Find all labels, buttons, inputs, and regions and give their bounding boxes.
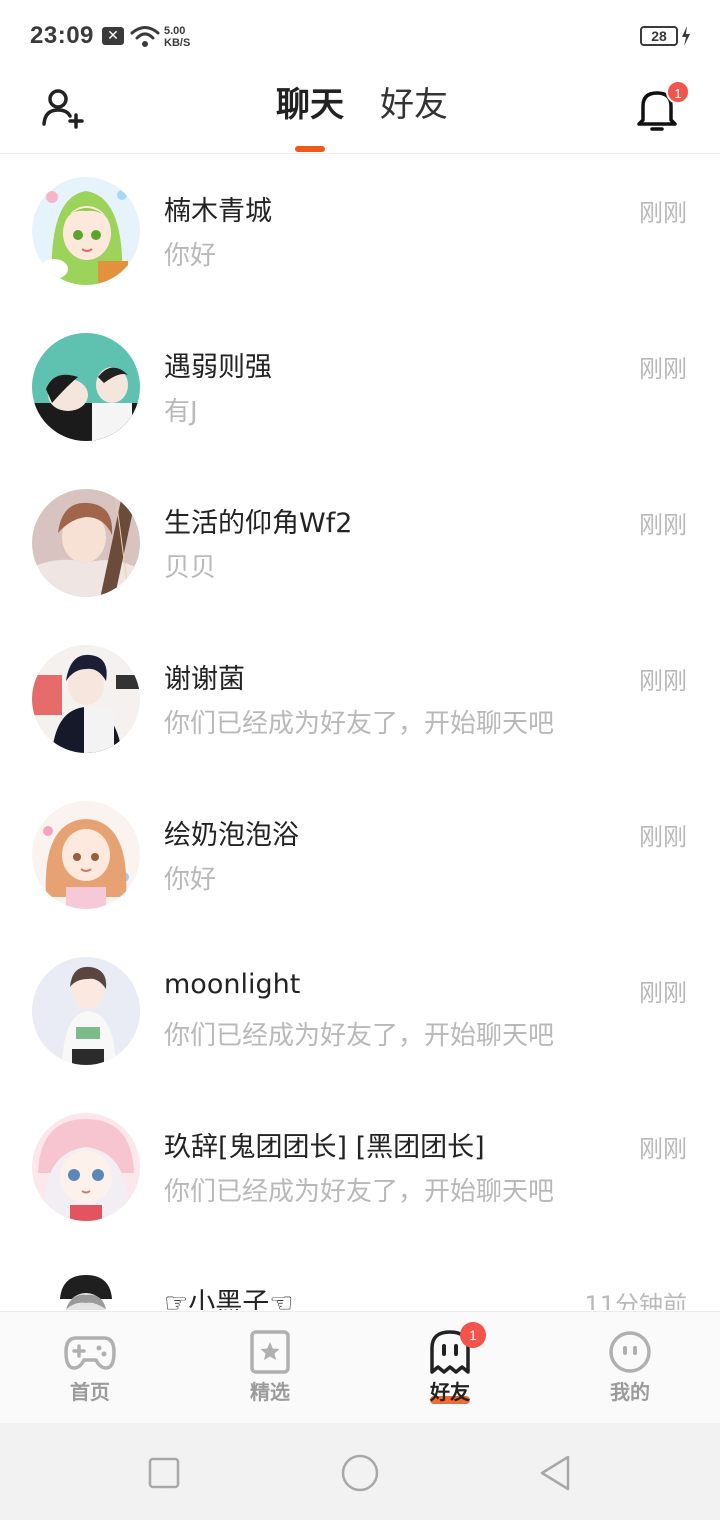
chat-name: 楠木青城 bbox=[164, 196, 272, 227]
star-bookmark-icon bbox=[250, 1330, 290, 1374]
nav-home[interactable]: 首页 bbox=[0, 1312, 180, 1424]
status-bar: 23:09 ✕ 5.00 KB/S 28 bbox=[0, 0, 720, 72]
chat-name: 玖辞[鬼团团长] [黑团团长] bbox=[164, 1132, 485, 1163]
nav-friends[interactable]: 1 好友 bbox=[360, 1312, 540, 1424]
nav-badge: 1 bbox=[460, 1322, 486, 1348]
nav-label: 首页 bbox=[70, 1380, 110, 1404]
battery-level: 28 bbox=[651, 28, 667, 44]
bottom-nav: 首页 精选 1 好友 我的 bbox=[0, 1311, 720, 1423]
avatar bbox=[32, 645, 140, 753]
chat-item[interactable]: 遇弱则强 有J 刚刚 bbox=[0, 311, 720, 467]
chat-item[interactable]: moonlight 你们已经成为好友了，开始聊天吧 刚刚 bbox=[0, 935, 720, 1091]
chat-last-message: 你们已经成为好友了，开始聊天吧 bbox=[164, 709, 555, 739]
avatar bbox=[32, 177, 140, 285]
chat-item[interactable]: 谢谢菌 你们已经成为好友了，开始聊天吧 刚刚 bbox=[0, 623, 720, 779]
wifi-icon bbox=[130, 26, 160, 47]
avatar bbox=[32, 489, 140, 597]
x-box-icon: ✕ bbox=[102, 27, 124, 45]
chat-list: 楠木青城 你好 刚刚 遇弱则强 有J 刚刚 生活的仰角Wf2 贝贝 刚刚 谢谢菌… bbox=[0, 155, 720, 1310]
tab-chat[interactable]: 聊天 bbox=[276, 80, 344, 130]
active-tab-indicator bbox=[295, 146, 325, 152]
notification-badge: 1 bbox=[666, 80, 690, 104]
charging-bolt-icon bbox=[682, 26, 690, 46]
chat-name: 遇弱则强 bbox=[164, 352, 272, 383]
nav-label: 我的 bbox=[610, 1380, 650, 1404]
network-speed-value: 5.00 bbox=[164, 25, 186, 37]
chat-name: 生活的仰角Wf2 bbox=[164, 508, 353, 539]
chat-name: 谢谢菌 bbox=[164, 664, 245, 695]
nav-label: 精选 bbox=[250, 1380, 290, 1404]
chat-time: 刚刚 bbox=[639, 667, 687, 695]
chat-last-message: 你们已经成为好友了，开始聊天吧 bbox=[164, 1021, 555, 1051]
avatar bbox=[32, 333, 140, 441]
chat-last-message: 你好 bbox=[164, 241, 217, 271]
system-navigation-bar bbox=[0, 1423, 720, 1520]
smiley-icon bbox=[609, 1331, 651, 1373]
chat-name: 绘奶泡泡浴 bbox=[164, 820, 299, 851]
chat-item[interactable]: 楠木青城 你好 刚刚 bbox=[0, 155, 720, 311]
network-speed-unit: KB/S bbox=[164, 37, 191, 49]
chat-item[interactable]: 生活的仰角Wf2 贝贝 刚刚 bbox=[0, 467, 720, 623]
recent-apps-icon[interactable] bbox=[144, 1453, 184, 1493]
chat-name: ☞小黑子☜ bbox=[164, 1288, 294, 1310]
home-icon[interactable] bbox=[340, 1453, 380, 1493]
nav-label: 好友 bbox=[430, 1380, 470, 1404]
chat-item[interactable]: 绘奶泡泡浴 你好 刚刚 bbox=[0, 779, 720, 935]
status-time: 23:09 bbox=[30, 22, 94, 49]
tab-friends[interactable]: 好友 bbox=[380, 80, 448, 130]
add-friend-icon[interactable] bbox=[38, 82, 90, 134]
top-header: 聊天 好友 1 bbox=[0, 72, 720, 154]
chat-item[interactable]: 玖辞[鬼团团长] [黑团团长] 你们已经成为好友了，开始聊天吧 刚刚 bbox=[0, 1091, 720, 1247]
chat-last-message: 贝贝 bbox=[164, 553, 217, 583]
chat-time: 刚刚 bbox=[639, 355, 687, 383]
chat-time: 刚刚 bbox=[639, 511, 687, 539]
chat-last-message: 有J bbox=[164, 397, 198, 427]
chat-time: 刚刚 bbox=[639, 1135, 687, 1163]
chat-last-message: 你好 bbox=[164, 865, 217, 895]
chat-last-message: 你们已经成为好友了，开始聊天吧 bbox=[164, 1177, 555, 1207]
avatar bbox=[32, 801, 140, 909]
nav-featured[interactable]: 精选 bbox=[180, 1312, 360, 1424]
avatar bbox=[32, 957, 140, 1065]
chat-time: 刚刚 bbox=[639, 979, 687, 1007]
chat-time: 11分钟前 bbox=[584, 1291, 687, 1310]
chat-item[interactable]: ☞小黑子☜ 11分钟前 bbox=[0, 1247, 720, 1310]
avatar bbox=[32, 1113, 140, 1221]
network-speed: 5.00 KB/S bbox=[164, 25, 190, 49]
chat-time: 刚刚 bbox=[639, 823, 687, 851]
gamepad-icon bbox=[64, 1336, 116, 1370]
chat-time: 刚刚 bbox=[639, 199, 687, 227]
back-icon[interactable] bbox=[536, 1453, 576, 1493]
battery-icon: 28 bbox=[640, 26, 678, 46]
chat-name: moonlight bbox=[164, 969, 301, 1000]
nav-me[interactable]: 我的 bbox=[540, 1312, 720, 1424]
avatar bbox=[32, 1269, 140, 1310]
